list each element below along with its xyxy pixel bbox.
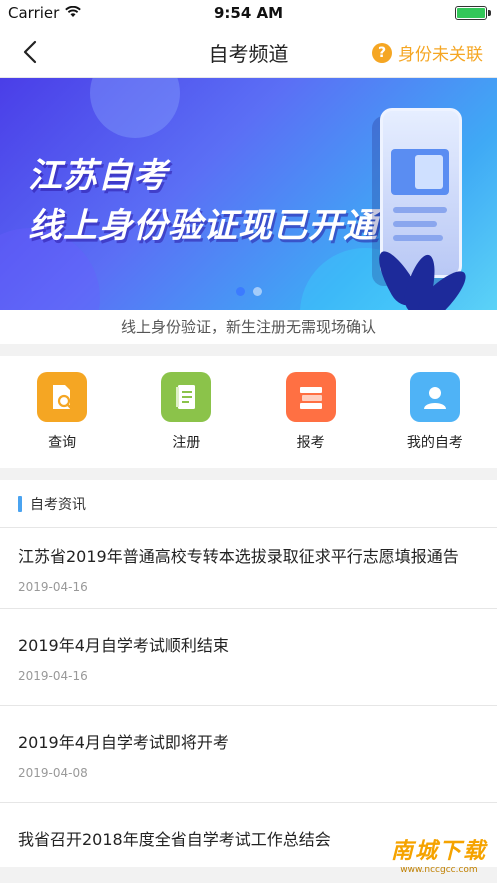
news-section-title: 自考资讯: [30, 496, 86, 513]
phone-illustration-icon: [380, 108, 462, 278]
news-item-date: 2019-04-16: [18, 669, 88, 683]
user-profile-icon: [409, 372, 460, 422]
question-icon: ?: [372, 42, 392, 63]
identity-status-label: 身份未关联: [398, 45, 483, 65]
chevron-left-icon: [23, 40, 37, 64]
register-button[interactable]: 注册: [124, 356, 248, 468]
status-bar: Carrier 9:54 AM: [0, 0, 497, 26]
my-exam-label: 我的自考: [406, 435, 463, 451]
exam-books-icon: [285, 372, 336, 422]
news-section: 自考资讯 江苏省2019年普通高校专转本选拔录取征求平行志愿填报通告 2019-…: [0, 480, 497, 867]
register-label: 注册: [172, 435, 201, 451]
promo-banner[interactable]: 江苏自考 线上身份验证现已开通: [0, 78, 497, 310]
quick-actions: 查询 注册 报考 我的自考: [0, 356, 497, 468]
navigation-bar: 自考频道 ? 身份未关联: [0, 26, 497, 78]
banner-decor-circle: [90, 78, 180, 138]
news-item-title: 我省召开2018年度全省自学考试工作总结会: [18, 830, 331, 849]
section-accent-bar: [18, 495, 22, 512]
news-item-date: 2019-04-08: [18, 766, 88, 780]
news-item[interactable]: 我省召开2018年度全省自学考试工作总结会: [0, 803, 497, 867]
news-item-date: 2019-04-16: [18, 580, 88, 594]
carousel-dot-2[interactable]: [252, 287, 262, 296]
carousel-dot-1[interactable]: [235, 287, 245, 296]
search-document-icon: [37, 372, 88, 422]
news-item-title: 2019年4月自学考试即将开考: [18, 733, 229, 752]
banner-headline-2: 线上身份验证现已开通: [28, 206, 378, 246]
banner-headline-1: 江苏自考: [28, 156, 168, 196]
my-exam-button[interactable]: 我的自考: [373, 356, 497, 468]
news-item-title: 2019年4月自学考试顺利结束: [18, 636, 229, 655]
news-item-title: 江苏省2019年普通高校专转本选拔录取征求平行志愿填报通告: [18, 547, 459, 566]
carousel-indicator: [0, 287, 497, 296]
news-item[interactable]: 江苏省2019年普通高校专转本选拔录取征求平行志愿填报通告 2019-04-16: [0, 528, 497, 609]
banner-caption: 线上身份验证，新生注册无需现场确认: [0, 310, 497, 344]
query-button[interactable]: 查询: [0, 356, 124, 468]
register-book-icon: [161, 372, 212, 422]
news-item[interactable]: 2019年4月自学考试即将开考 2019-04-08: [0, 706, 497, 803]
back-button[interactable]: [14, 36, 46, 68]
clock: 9:54 AM: [213, 4, 284, 22]
battery-icon: [455, 6, 491, 20]
exam-signup-label: 报考: [296, 435, 325, 451]
exam-signup-button[interactable]: 报考: [249, 356, 373, 468]
news-section-header: 自考资讯: [0, 480, 497, 528]
news-item[interactable]: 2019年4月自学考试顺利结束 2019-04-16: [0, 609, 497, 706]
query-label: 查询: [48, 435, 77, 451]
identity-link-button[interactable]: ? 身份未关联: [372, 40, 483, 65]
